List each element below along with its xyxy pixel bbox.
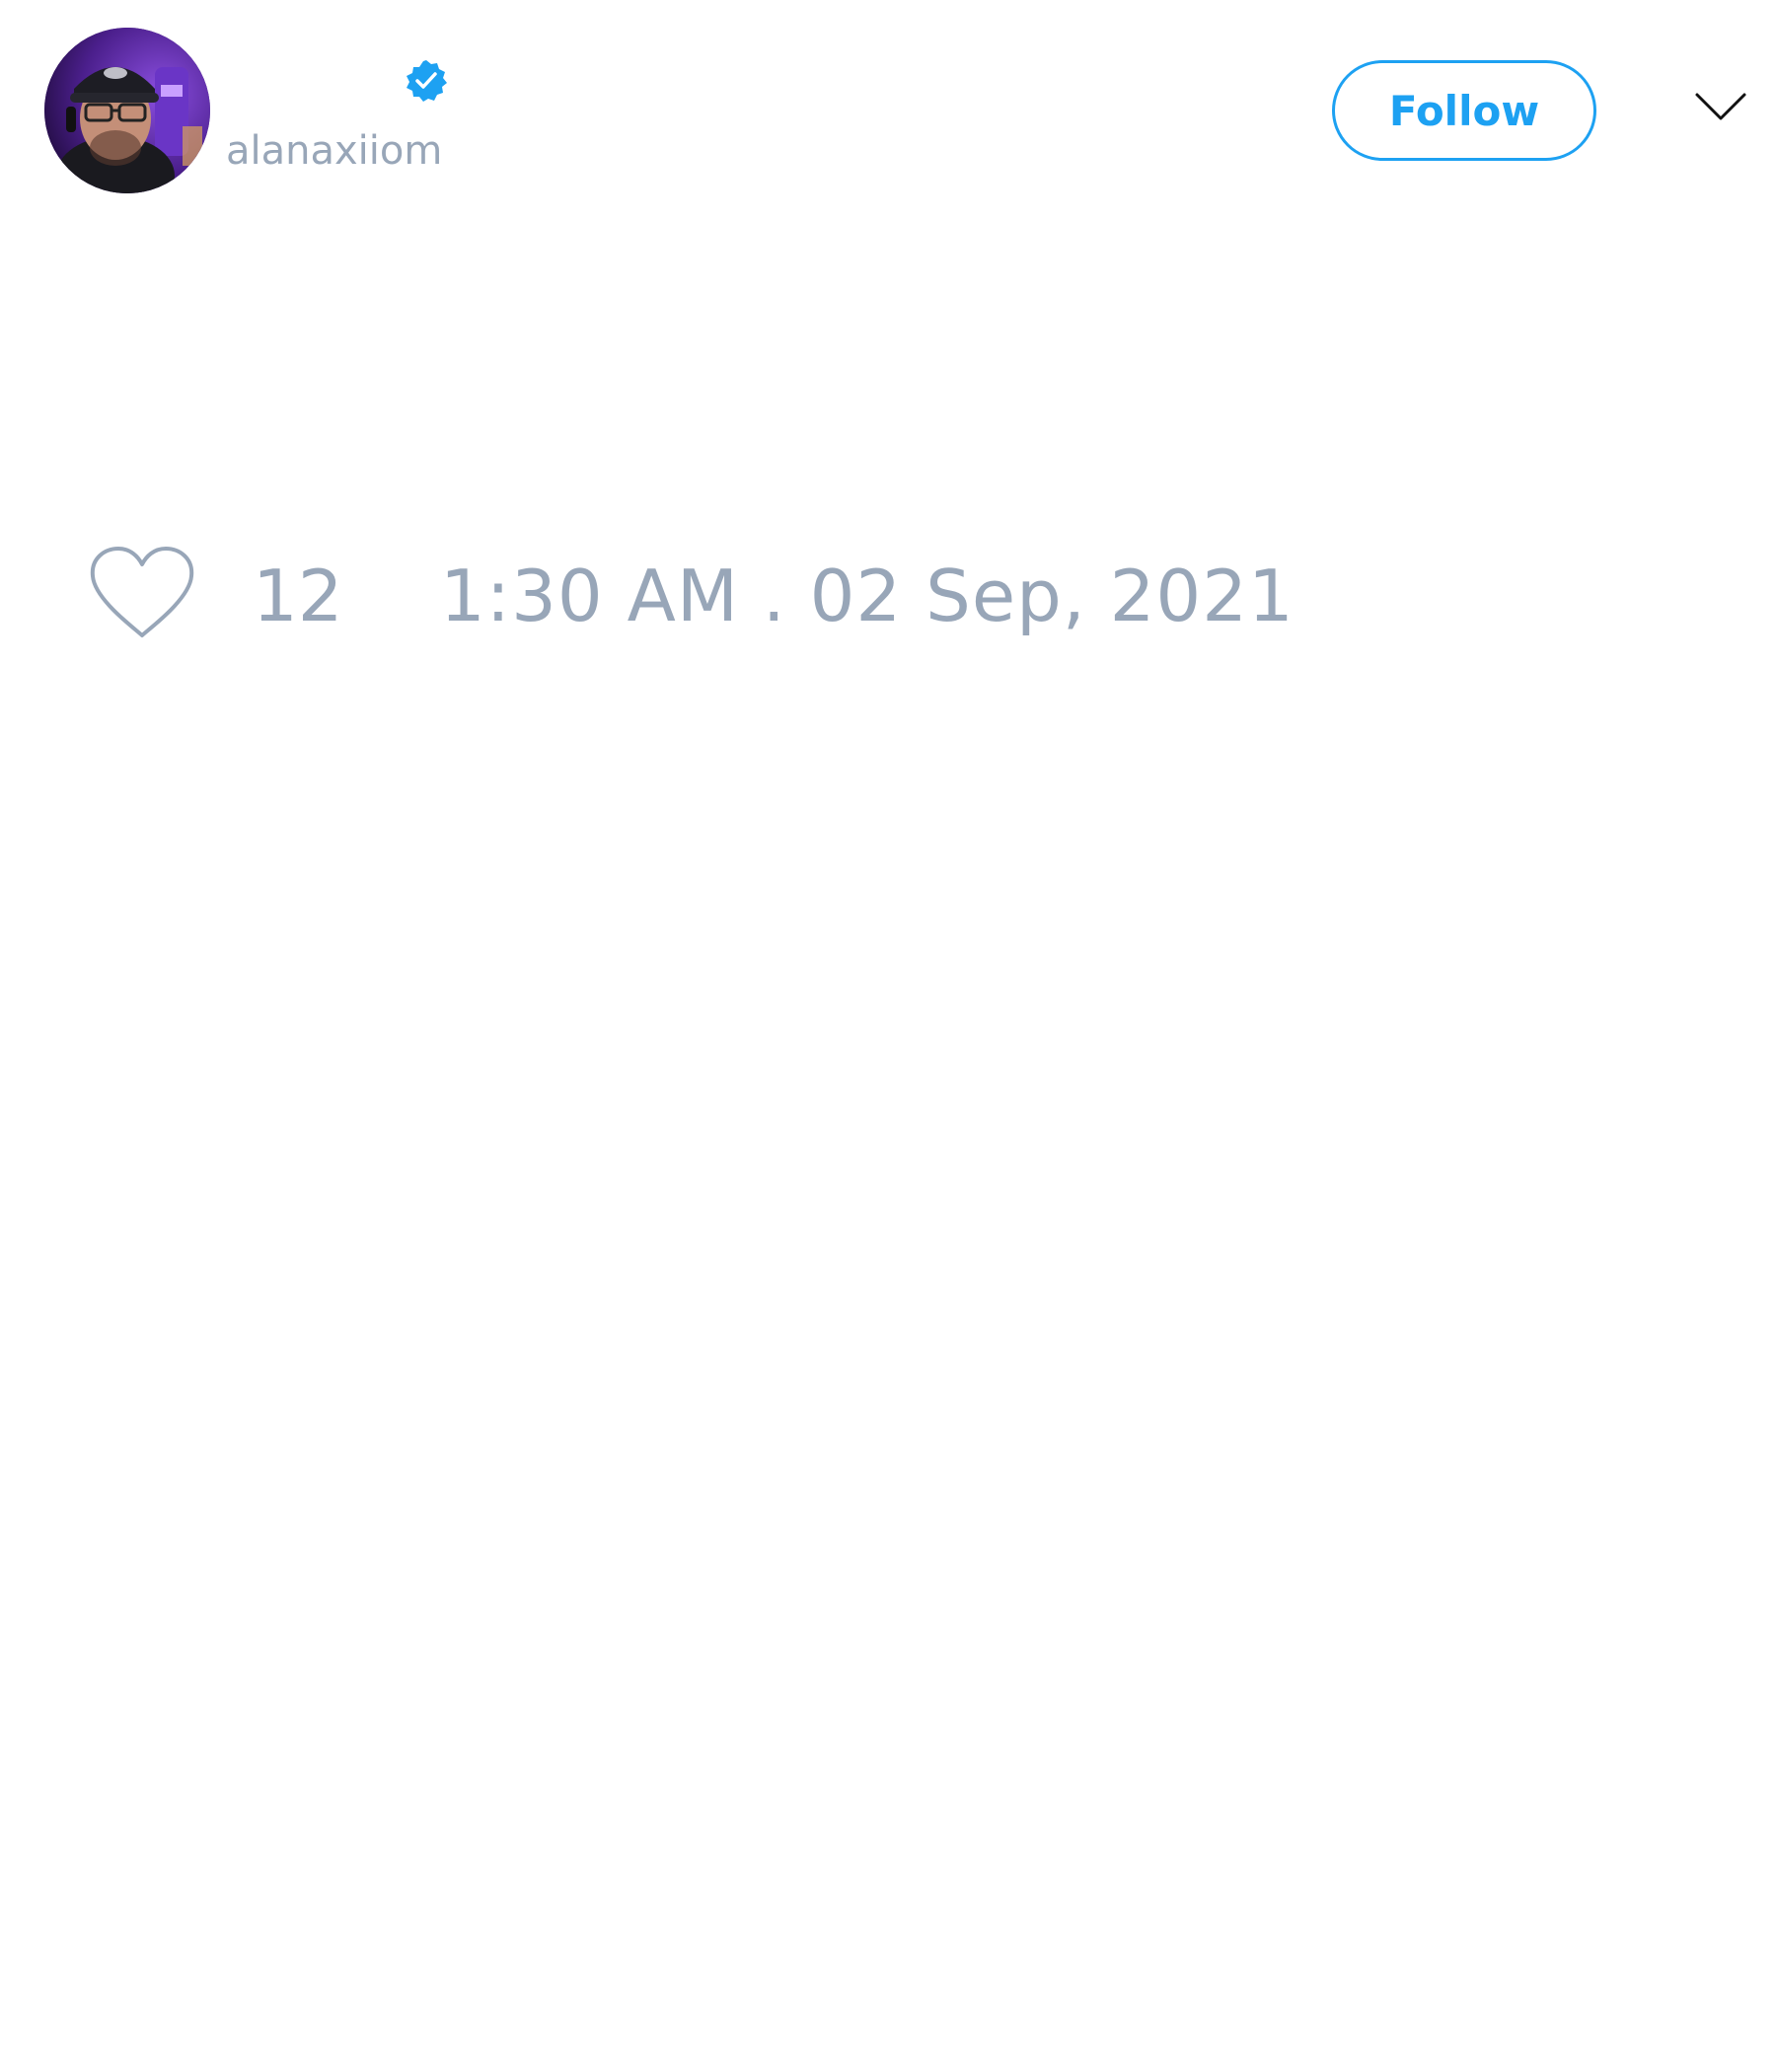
avatar[interactable]: [44, 28, 210, 193]
follow-button[interactable]: Follow: [1332, 60, 1596, 161]
like-count: 12: [253, 555, 343, 637]
author-handle[interactable]: alanaxiiom: [226, 126, 442, 176]
avatar-image: [44, 28, 210, 193]
chevron-down-icon[interactable]: [1693, 87, 1748, 126]
heart-icon[interactable]: [87, 545, 197, 643]
tweet-timestamp[interactable]: 1:30 AM . 02 Sep, 2021: [440, 552, 1295, 640]
verified-badge-icon: [407, 60, 447, 102]
tweet-action-bar: 12 1:30 AM . 02 Sep, 2021: [0, 533, 1776, 651]
tweet-header: alanaxiiom Follow: [0, 0, 1776, 217]
